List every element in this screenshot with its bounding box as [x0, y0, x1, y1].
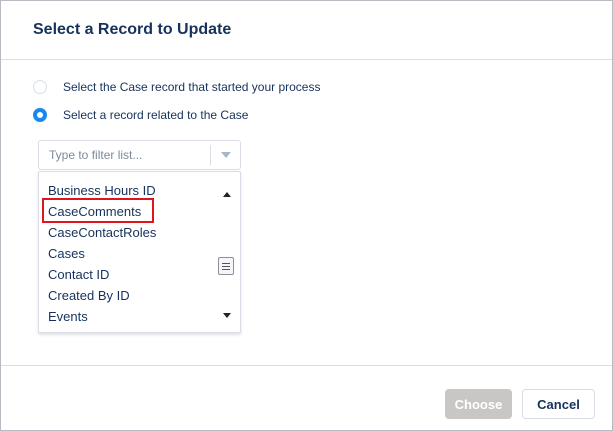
modal-header: Select a Record to Update [1, 1, 612, 60]
record-listbox[interactable]: Business Hours ID CaseComments CaseConta… [38, 171, 241, 333]
radio-button[interactable] [33, 80, 47, 94]
list-item[interactable]: Events [48, 306, 156, 327]
list-item[interactable]: Cases [48, 243, 156, 264]
list-item[interactable]: Created By ID [48, 285, 156, 306]
radio-option-related-record[interactable]: Select a record related to the Case [33, 108, 248, 122]
cancel-button[interactable]: Cancel [522, 389, 595, 419]
choose-button[interactable]: Choose [445, 389, 512, 419]
scroll-down-arrow-icon[interactable] [223, 313, 231, 318]
dropdown-toggle[interactable] [211, 141, 241, 169]
chevron-down-icon [221, 152, 231, 158]
scroll-up-arrow-icon[interactable] [223, 192, 231, 197]
list-item[interactable]: CaseContactRoles [48, 222, 156, 243]
radio-label: Select a record related to the Case [63, 108, 249, 122]
list-item[interactable]: Contact ID [48, 264, 156, 285]
highlight-box [42, 198, 154, 223]
filter-combobox[interactable] [38, 140, 241, 170]
select-record-modal: Select a Record to Update Select the Cas… [0, 0, 613, 431]
scrollbar-thumb[interactable] [218, 257, 234, 275]
modal-title: Select a Record to Update [33, 21, 232, 38]
modal-footer: Choose Cancel [1, 365, 612, 430]
radio-label: Select the Case record that started your… [63, 80, 321, 94]
radio-option-started-record[interactable]: Select the Case record that started your… [33, 80, 320, 94]
radio-button-selected[interactable] [33, 108, 47, 122]
filter-input[interactable] [39, 141, 219, 169]
